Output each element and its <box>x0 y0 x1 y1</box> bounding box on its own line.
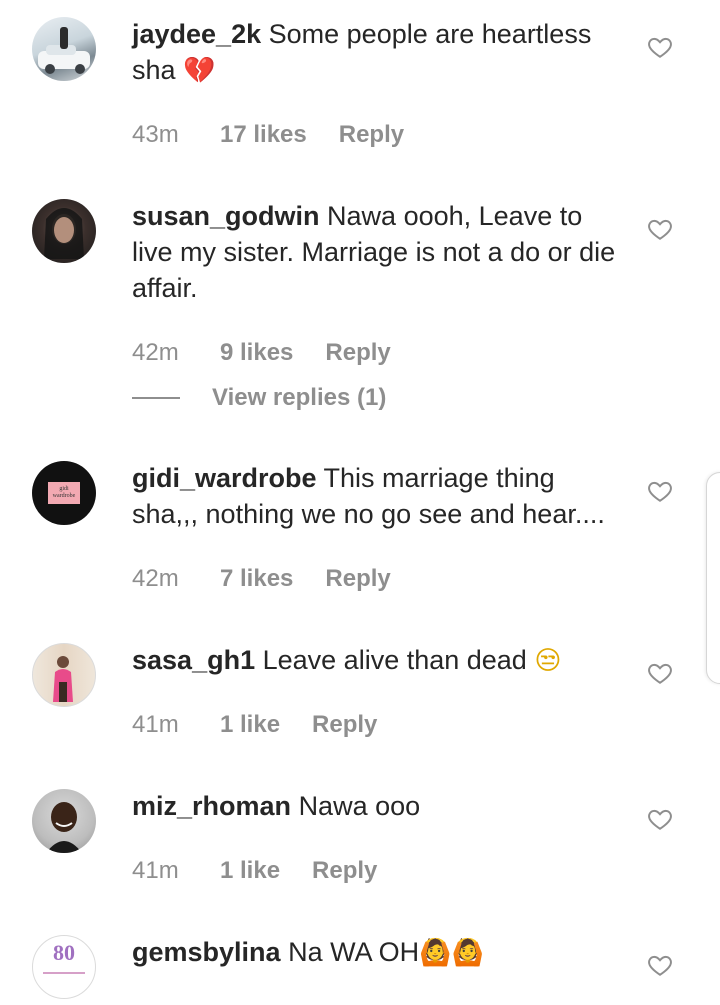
comment-likes[interactable]: 17 likes <box>220 121 307 149</box>
comment-text: jaydee_2k Some people are heartless sha … <box>132 16 622 89</box>
comment-body: Na WA OH <box>288 937 420 967</box>
like-heart-icon[interactable] <box>647 34 673 60</box>
comment-meta: 42m 9 likes Reply <box>132 339 391 367</box>
comment-meta: 42m 7 likes Reply <box>132 565 391 593</box>
comment-time: 42m <box>132 339 179 366</box>
view-replies-label[interactable]: View replies (1) <box>212 384 386 411</box>
view-replies-button[interactable]: View replies (1) <box>132 384 386 412</box>
reply-button[interactable]: Reply <box>339 121 404 149</box>
comment-text: susan_godwin Nawa oooh, Leave to live my… <box>132 198 622 306</box>
unamused-face-emoji: 😒 <box>534 646 562 676</box>
comment-likes[interactable]: 1 like <box>220 857 280 885</box>
avatar-script-line <box>43 972 85 974</box>
comment-text: sasa_gh1 Leave alive than dead 😒 <box>132 642 622 679</box>
comment-text: gidi_wardrobe This marriage thing sha,,,… <box>132 460 622 532</box>
reply-button[interactable]: Reply <box>312 857 377 885</box>
comment-username[interactable]: jaydee_2k <box>132 19 261 49</box>
reply-button[interactable]: Reply <box>325 565 390 593</box>
comment-meta: 41m 1 like Reply <box>132 857 377 885</box>
avatar-logo-card: gidi wardrobe <box>48 482 80 504</box>
comment-body: Leave alive than dead <box>262 645 527 675</box>
comment-username[interactable]: gemsbylina <box>132 937 281 967</box>
comment-time: 41m <box>132 711 179 738</box>
comment-time: 43m <box>132 121 179 148</box>
reply-button[interactable]: Reply <box>325 339 390 367</box>
comment-time: 42m <box>132 565 179 592</box>
comment-text: gemsbylina Na WA OH🙆🙆 <box>132 934 622 971</box>
comment-text: miz_rhoman Nawa ooo <box>132 788 622 824</box>
comment-time: 41m <box>132 857 179 884</box>
like-heart-icon[interactable] <box>647 478 673 504</box>
comment-body: Nawa ooo <box>298 791 421 821</box>
avatar[interactable] <box>32 643 96 707</box>
comment-meta: 43m 17 likes Reply <box>132 121 404 149</box>
comment-username[interactable]: sasa_gh1 <box>132 645 255 675</box>
avatar[interactable] <box>32 17 96 81</box>
comment-likes[interactable]: 1 like <box>220 711 280 739</box>
comment-likes[interactable]: 9 likes <box>220 339 293 367</box>
avatar[interactable]: gidi wardrobe <box>32 461 96 525</box>
side-panel-edge[interactable] <box>706 472 720 684</box>
avatar[interactable] <box>32 789 96 853</box>
person-gesturing-ok-emoji: 🙆🙆 <box>419 938 484 968</box>
avatar[interactable] <box>32 199 96 263</box>
reply-button[interactable]: Reply <box>312 711 377 739</box>
comment-likes[interactable]: 7 likes <box>220 565 293 593</box>
like-heart-icon[interactable] <box>647 216 673 242</box>
divider-line <box>132 396 180 399</box>
comment-username[interactable]: susan_godwin <box>132 201 320 231</box>
avatar-logo-text: gidi wardrobe <box>52 486 76 499</box>
like-heart-icon[interactable] <box>647 660 673 686</box>
like-heart-icon[interactable] <box>647 952 673 978</box>
comment-username[interactable]: gidi_wardrobe <box>132 463 317 493</box>
comment-meta: 41m 1 like Reply <box>132 711 377 739</box>
broken-heart-emoji: 💔 <box>183 56 216 86</box>
like-heart-icon[interactable] <box>647 806 673 832</box>
comment-username[interactable]: miz_rhoman <box>132 791 291 821</box>
avatar-logo-text: 80 <box>53 940 75 965</box>
avatar[interactable]: 80 <box>32 935 96 999</box>
